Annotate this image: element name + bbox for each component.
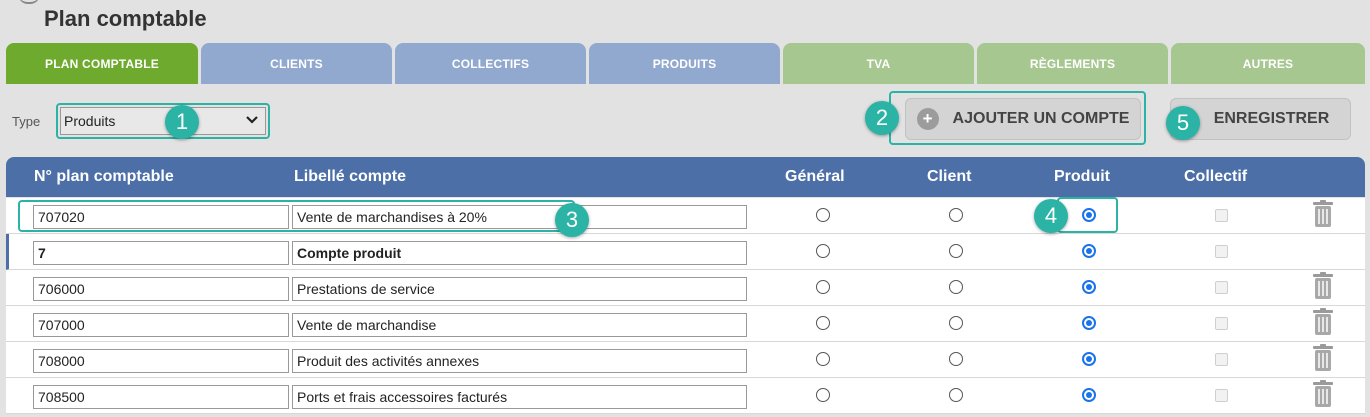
window-corner-decoration — [18, 0, 40, 4]
col-header-client: Client — [927, 168, 972, 185]
radio-client[interactable] — [949, 244, 963, 258]
radio-general[interactable] — [816, 316, 830, 330]
account-number-input[interactable]: 708500 — [33, 385, 289, 409]
col-header-collectif: Collectif — [1184, 168, 1248, 185]
radio-client[interactable] — [949, 388, 963, 402]
checkbox-collectif[interactable] — [1215, 317, 1228, 330]
checkbox-collectif[interactable] — [1215, 353, 1228, 366]
table-row: 7 Compte produit — [6, 234, 1365, 270]
tab-plan-comptable[interactable]: PLAN COMPTABLE — [6, 43, 198, 84]
account-number-input[interactable]: 7 — [33, 241, 289, 265]
table-row: 707000 Vente de marchandise — [6, 306, 1365, 342]
account-label-input[interactable]: Ports et frais accessoires facturés — [292, 385, 747, 409]
add-account-button[interactable]: + AJOUTER UN COMPTE — [905, 98, 1141, 140]
tab-produits[interactable]: PRODUITS — [589, 43, 780, 84]
tab-tva[interactable]: TVA — [783, 43, 974, 84]
radio-general[interactable] — [816, 208, 830, 222]
type-filter-label: Type — [12, 114, 41, 129]
tab-clients[interactable]: CLIENTS — [201, 43, 392, 84]
table-row: 708000 Produit des activités annexes — [6, 342, 1365, 378]
checkbox-collectif[interactable] — [1215, 209, 1228, 222]
tab-autres[interactable]: AUTRES — [1171, 43, 1365, 84]
step-badge-5: 5 — [1166, 106, 1200, 140]
chevron-down-icon — [246, 116, 258, 124]
trash-icon[interactable] — [1312, 272, 1334, 300]
radio-general[interactable] — [816, 352, 830, 366]
radio-client[interactable] — [949, 208, 963, 222]
col-header-number: N° plan comptable — [34, 168, 174, 185]
radio-produit[interactable] — [1082, 316, 1096, 330]
radio-produit[interactable] — [1082, 352, 1096, 366]
radio-general[interactable] — [816, 280, 830, 294]
trash-icon[interactable] — [1312, 200, 1334, 228]
col-header-label: Libellé compte — [294, 168, 407, 185]
radio-client[interactable] — [949, 352, 963, 366]
type-select-value: Produits — [64, 113, 116, 129]
tab-reglements[interactable]: RÈGLEMENTS — [977, 43, 1168, 84]
type-select[interactable]: Produits — [60, 107, 266, 135]
step-badge-3: 3 — [555, 203, 589, 237]
radio-produit[interactable] — [1082, 388, 1096, 402]
step-badge-4: 4 — [1034, 199, 1068, 233]
row-label-highlight — [18, 200, 575, 232]
radio-general[interactable] — [816, 244, 830, 258]
account-number-input[interactable]: 707000 — [33, 313, 289, 337]
radio-produit[interactable] — [1082, 280, 1096, 294]
radio-general[interactable] — [816, 388, 830, 402]
table-row: 708500 Ports et frais accessoires facturé… — [6, 378, 1365, 414]
account-label-input[interactable]: Compte produit — [292, 241, 747, 265]
table-header: N° plan comptable Libellé compte Général… — [6, 157, 1365, 197]
checkbox-collectif[interactable] — [1215, 245, 1228, 258]
tab-collectifs[interactable]: COLLECTIFS — [395, 43, 586, 84]
account-number-input[interactable]: 708000 — [33, 349, 289, 373]
trash-icon[interactable] — [1312, 380, 1334, 408]
step-badge-1: 1 — [165, 105, 199, 139]
save-label: ENREGISTRER — [1213, 110, 1330, 127]
account-label-input[interactable]: Vente de marchandise — [292, 313, 747, 337]
step-badge-2: 2 — [865, 101, 899, 135]
tab-bar: PLAN COMPTABLE CLIENTS COLLECTIFS PRODUI… — [6, 43, 1365, 84]
plus-icon: + — [916, 108, 939, 130]
radio-client[interactable] — [949, 280, 963, 294]
trash-icon[interactable] — [1312, 308, 1334, 336]
trash-icon[interactable] — [1312, 344, 1334, 372]
col-header-produit: Produit — [1054, 168, 1110, 185]
radio-client[interactable] — [949, 316, 963, 330]
type-select-highlight: Produits — [56, 103, 270, 139]
account-number-input[interactable]: 706000 — [33, 277, 289, 301]
account-label-input[interactable]: Prestations de service — [292, 277, 747, 301]
col-header-general: Général — [785, 168, 845, 185]
add-account-label: AJOUTER UN COMPTE — [952, 110, 1130, 127]
checkbox-collectif[interactable] — [1215, 281, 1228, 294]
checkbox-collectif[interactable] — [1215, 389, 1228, 402]
page-title: Plan comptable — [44, 6, 207, 31]
table-row: 706000 Prestations de service — [6, 270, 1365, 306]
radio-produit[interactable] — [1082, 244, 1096, 258]
account-label-input[interactable]: Produit des activités annexes — [292, 349, 747, 373]
